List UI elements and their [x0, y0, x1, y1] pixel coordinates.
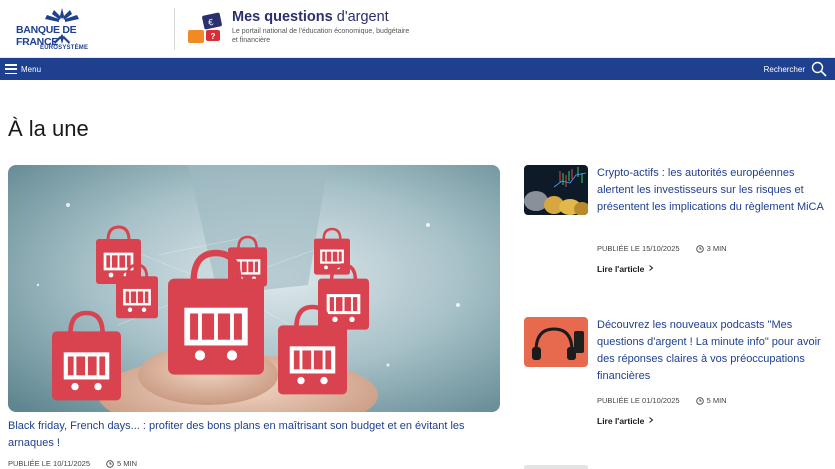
read-article-label: Lire l'article	[597, 416, 645, 426]
section-title: À la une	[8, 116, 89, 141]
chevron-right-icon	[648, 417, 654, 423]
read-article-link[interactable]: Lire l'article	[597, 416, 655, 426]
search-label: Rechercher	[763, 64, 805, 74]
article-title[interactable]: Crypto-actifs : les autorités européenne…	[597, 165, 827, 216]
site-title-strong: Mes questions	[232, 9, 333, 25]
read-time-value: 3 MIN	[706, 244, 727, 253]
menu-label: Menu	[21, 64, 42, 74]
shopping-bags-image	[8, 165, 500, 412]
article-meta: PUBLIÉE LE 15/10/2025 3 MIN	[597, 244, 727, 253]
article-read-time: 5 MIN	[695, 396, 727, 405]
question-symbol: ?	[211, 32, 216, 41]
hero-image[interactable]	[8, 165, 500, 412]
headphones-image	[524, 317, 588, 367]
main-navbar: Menu Rechercher	[0, 58, 835, 80]
hero-article-meta: PUBLIÉE LE 10/11/2025 5 MIN	[8, 459, 137, 468]
banque-de-france-logo[interactable]: BANQUE DE FRANCE EUROSYSTÈME	[6, 4, 118, 54]
hero-read-time-value: 5 MIN	[117, 459, 138, 468]
search-button[interactable]: Rechercher	[764, 61, 827, 77]
article-read-time: 3 MIN	[695, 244, 727, 253]
article-date: PUBLIÉE LE 01/10/2025	[597, 396, 680, 405]
crypto-coins-image	[524, 165, 588, 215]
site-title-light: d'argent	[336, 9, 389, 25]
article-card: Crypto-actifs : les autorités européenne…	[524, 165, 830, 275]
bdf-eurosysteme-text: EUROSYSTÈME	[40, 45, 89, 51]
read-article-label: Lire l'article	[597, 264, 645, 274]
article-date: PUBLIÉE LE 15/10/2025	[597, 244, 680, 253]
chevron-right-icon	[648, 265, 654, 271]
clock-icon	[695, 396, 704, 405]
search-icon	[811, 61, 827, 77]
menu-icon	[5, 64, 17, 74]
site-header: BANQUE DE FRANCE EUROSYSTÈME € ? Mes que…	[0, 0, 835, 58]
clock-icon	[695, 244, 704, 253]
site-title: Mes questions d'argent	[232, 9, 389, 25]
article-meta: PUBLIÉE LE 01/10/2025 5 MIN	[597, 396, 727, 405]
article-card: Découvrez les nouveaux podcasts "Mes que…	[524, 317, 830, 429]
header-divider	[174, 8, 175, 50]
hero-article-title[interactable]: Black friday, French days... : profiter …	[8, 418, 500, 452]
menu-button[interactable]: Menu	[5, 62, 41, 76]
bdf-emblem-lower-icon	[54, 34, 70, 44]
hero-article-read-time: 5 MIN	[106, 459, 137, 468]
clock-icon	[106, 459, 114, 468]
read-time-value: 5 MIN	[706, 396, 727, 405]
article-title[interactable]: Découvrez les nouveaux podcasts "Mes que…	[597, 317, 827, 385]
hero-article-date: PUBLIÉE LE 10/11/2025	[8, 459, 91, 468]
read-article-link[interactable]: Lire l'article	[597, 264, 655, 274]
crypto-thumbnail[interactable]	[524, 165, 588, 215]
next-article-thumbnail[interactable]	[524, 465, 588, 469]
podcast-thumbnail[interactable]	[524, 317, 588, 367]
site-tagline: Le portail national de l'éducation écono…	[232, 28, 410, 44]
speech-bubbles-icon: € ?	[188, 12, 222, 43]
